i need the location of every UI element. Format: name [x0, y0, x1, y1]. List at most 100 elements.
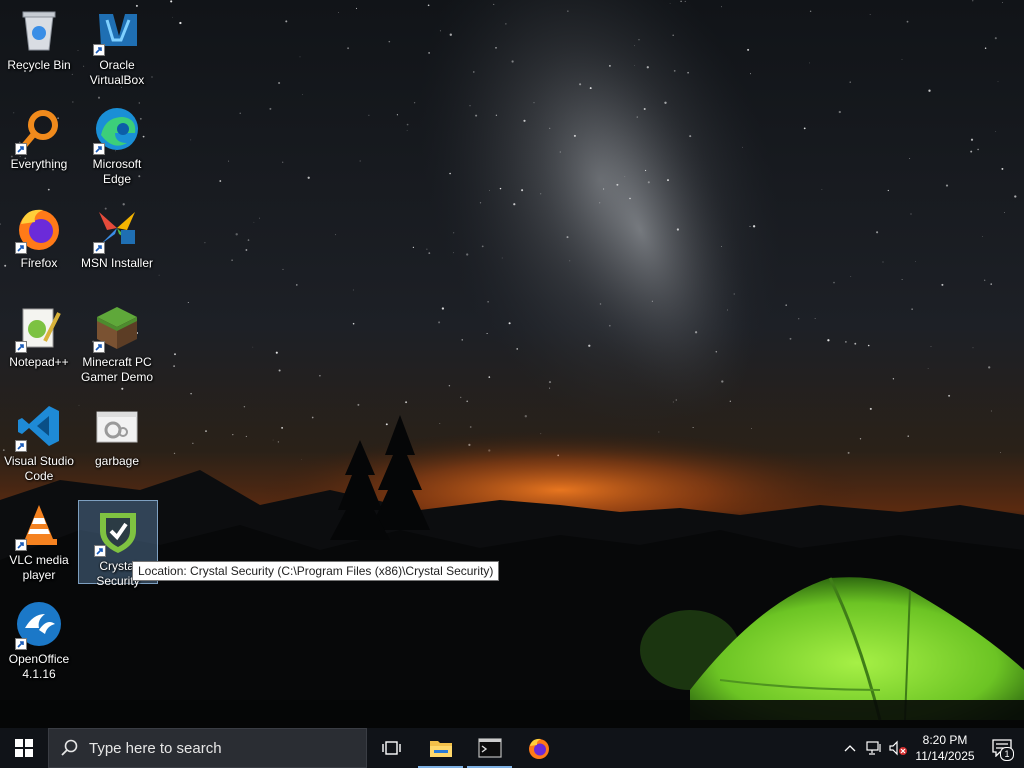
- star: [616, 183, 619, 186]
- taskbar-clock[interactable]: 8:20 PM 11/14/2025: [910, 732, 980, 764]
- desktop-icon-microsoft-edge[interactable]: Microsoft Edge: [78, 99, 156, 187]
- star: [673, 69, 676, 72]
- star: [850, 276, 852, 277]
- star: [789, 337, 792, 340]
- star: [501, 257, 503, 259]
- virtualbox-icon: [93, 6, 141, 56]
- star: [667, 179, 669, 182]
- star: [827, 339, 830, 342]
- star: [847, 451, 850, 454]
- star: [638, 39, 640, 41]
- star: [941, 283, 944, 286]
- star: [489, 190, 490, 192]
- desktop-icon-openoffice[interactable]: OpenOffice 4.1.16: [0, 594, 78, 682]
- network-status-button[interactable]: [862, 728, 886, 768]
- everything-search-icon: [15, 105, 63, 155]
- star: [311, 416, 314, 419]
- star: [729, 400, 731, 402]
- star: [405, 401, 408, 404]
- star: [882, 261, 884, 263]
- star: [573, 134, 576, 137]
- desktop-icon-recycle-bin[interactable]: Recycle Bin: [0, 0, 78, 73]
- star: [1014, 195, 1017, 198]
- star: [675, 399, 677, 401]
- star: [849, 81, 851, 83]
- star: [428, 52, 430, 54]
- desktop-icon-oracle-virtualbox[interactable]: Oracle VirtualBox: [78, 0, 156, 88]
- desktop-icon-minecraft[interactable]: Minecraft PC Gamer Demo: [78, 297, 156, 385]
- star: [245, 435, 247, 437]
- taskbar-command-prompt[interactable]: [465, 728, 514, 768]
- star: [413, 102, 416, 104]
- shortcut-arrow-icon: [93, 341, 105, 353]
- desktop-icon-label: OpenOffice 4.1.16: [8, 652, 70, 681]
- star: [299, 56, 301, 58]
- star: [453, 252, 455, 254]
- star: [548, 381, 552, 384]
- star: [252, 346, 254, 348]
- star: [634, 65, 635, 66]
- desktop-icon-msn-installer[interactable]: MSN Installer: [78, 198, 156, 271]
- volume-button[interactable]: [886, 728, 910, 768]
- star: [278, 81, 281, 85]
- desktop-icon-garbage[interactable]: garbage: [78, 396, 156, 469]
- desktop-icon-everything[interactable]: Everything: [0, 99, 78, 172]
- star: [493, 3, 495, 5]
- star: [838, 110, 841, 114]
- search-icon: [61, 739, 78, 756]
- star: [749, 73, 751, 75]
- star: [245, 249, 248, 251]
- star: [664, 101, 667, 104]
- action-center-button[interactable]: 1: [980, 728, 1024, 768]
- star: [412, 246, 415, 249]
- desktop-icon-firefox[interactable]: Firefox: [0, 198, 78, 271]
- firefox-icon: [528, 738, 549, 759]
- star: [629, 197, 631, 200]
- star: [173, 365, 175, 367]
- show-hidden-icons-button[interactable]: [838, 728, 862, 768]
- star: [278, 369, 281, 372]
- star: [499, 187, 502, 190]
- taskbar-firefox[interactable]: [514, 728, 563, 768]
- start-button[interactable]: [0, 728, 48, 768]
- star: [357, 403, 360, 406]
- star: [439, 30, 441, 32]
- star: [694, 331, 698, 334]
- star: [680, 0, 682, 3]
- desktop-icon-notepadpp[interactable]: Notepad++: [0, 297, 78, 370]
- star: [174, 353, 176, 356]
- taskbar-search-box[interactable]: Type here to search: [48, 728, 367, 768]
- star: [982, 236, 983, 237]
- desktop-icon-label: Visual Studio Code: [4, 454, 74, 483]
- star: [869, 407, 872, 410]
- desktop-icon-vscode[interactable]: Visual Studio Code: [0, 396, 78, 484]
- star: [809, 62, 810, 64]
- shortcut-arrow-icon: [93, 143, 105, 155]
- star: [984, 279, 986, 281]
- star: [282, 268, 284, 270]
- star: [231, 259, 233, 262]
- star: [396, 114, 398, 116]
- task-view-button[interactable]: [367, 728, 416, 768]
- star: [909, 157, 911, 160]
- star: [219, 180, 222, 182]
- desktop-icon-vlc[interactable]: VLC media player: [0, 495, 78, 583]
- star: [608, 64, 611, 67]
- star: [603, 188, 605, 190]
- star: [428, 252, 431, 255]
- star: [970, 138, 974, 141]
- star: [814, 318, 816, 319]
- star: [449, 33, 452, 36]
- taskbar-file-explorer[interactable]: [416, 728, 465, 768]
- star: [928, 89, 931, 92]
- star: [588, 344, 591, 347]
- star: [687, 71, 689, 74]
- star: [173, 452, 176, 455]
- star: [720, 6, 722, 8]
- star: [190, 139, 192, 141]
- star: [259, 217, 260, 219]
- star: [388, 40, 391, 43]
- star: [990, 283, 992, 285]
- terminal-icon: [477, 738, 502, 758]
- star: [733, 293, 735, 295]
